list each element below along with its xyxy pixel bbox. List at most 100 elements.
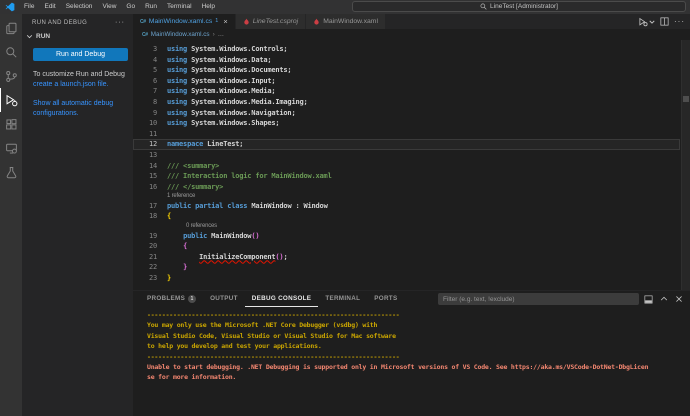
breadcrumb-file[interactable]: MainWindow.xaml.cs bbox=[151, 31, 210, 38]
line-number[interactable]: 10 bbox=[133, 118, 157, 129]
console-line: Visual Studio Code, Visual Studio or Vis… bbox=[147, 331, 686, 341]
panel-tab-terminal[interactable]: TERMINAL bbox=[318, 291, 367, 307]
panel-tab-label: DEBUG CONSOLE bbox=[252, 295, 312, 302]
panel-tab-ports[interactable]: PORTS bbox=[367, 291, 404, 307]
activity-extensions-icon[interactable] bbox=[0, 112, 22, 136]
code-text: namespace LineTest; bbox=[157, 139, 243, 150]
code-line-18[interactable]: 18{ bbox=[133, 211, 680, 222]
activity-explorer-icon[interactable] bbox=[0, 16, 22, 40]
line-number[interactable]: 6 bbox=[133, 76, 157, 87]
tab-mainwindow-xaml-cs[interactable]: C#MainWindow.xaml.cs1× bbox=[133, 14, 236, 29]
line-number[interactable]: 5 bbox=[133, 65, 157, 76]
code-line-12[interactable]: 12namespace LineTest; bbox=[133, 139, 680, 150]
line-number[interactable]: 23 bbox=[133, 273, 157, 284]
menu-selection[interactable]: Selection bbox=[61, 0, 98, 14]
code-text: using System.Windows.Controls; bbox=[157, 44, 287, 55]
code-line-14[interactable]: 14/// <summary> bbox=[133, 161, 680, 172]
source-control-icon bbox=[5, 70, 18, 83]
code-line-20[interactable]: 20 { bbox=[133, 241, 680, 252]
menu-run[interactable]: Run bbox=[140, 0, 162, 14]
more-actions-icon[interactable]: ··· bbox=[115, 21, 125, 25]
line-number[interactable]: 3 bbox=[133, 44, 157, 55]
tab-label: MainWindow.xaml.cs bbox=[149, 18, 212, 25]
code-line-10[interactable]: 10using System.Windows.Shapes; bbox=[133, 118, 680, 129]
code-line-17[interactable]: 17public partial class MainWindow : Wind… bbox=[133, 201, 680, 212]
debug-console-filter-input[interactable] bbox=[438, 293, 639, 305]
line-number[interactable]: 18 bbox=[133, 211, 157, 222]
run-and-debug-button[interactable]: Run and Debug bbox=[33, 48, 128, 61]
code-line-21[interactable]: 21 InitializeComponent(); bbox=[133, 252, 680, 263]
code-line-4[interactable]: 4using System.Windows.Data; bbox=[133, 55, 680, 66]
line-number[interactable]: 13 bbox=[133, 150, 157, 161]
panel-tab-debug-console[interactable]: DEBUG CONSOLE bbox=[245, 291, 319, 307]
activity-source-control-icon[interactable] bbox=[0, 64, 22, 88]
line-number[interactable]: 16 bbox=[133, 182, 157, 193]
tab-mainwindow-xaml[interactable]: MainWindow.xaml bbox=[306, 14, 386, 29]
code-line-22[interactable]: 22 } bbox=[133, 262, 680, 273]
line-number[interactable]: 19 bbox=[133, 231, 157, 242]
code-line-7[interactable]: 7using System.Windows.Media; bbox=[133, 86, 680, 97]
panel-tab-problems[interactable]: PROBLEMS1 bbox=[140, 291, 203, 307]
code-line-13[interactable]: 13 bbox=[133, 150, 680, 161]
line-number[interactable]: 22 bbox=[133, 262, 157, 273]
command-center-search[interactable]: LineTest [Administrator] bbox=[352, 1, 686, 12]
tab-linetest-csproj[interactable]: LineTest.csproj bbox=[236, 14, 306, 29]
csharp-file-icon: C# bbox=[142, 32, 148, 38]
activity-run-and-debug-icon[interactable] bbox=[0, 88, 22, 112]
menu-file[interactable]: File bbox=[19, 0, 39, 14]
explorer-icon bbox=[5, 22, 18, 35]
line-number[interactable]: 21 bbox=[133, 252, 157, 263]
code-line-9[interactable]: 9using System.Windows.Navigation; bbox=[133, 108, 680, 119]
code-line-15[interactable]: 15/// Interaction logic for MainWindow.x… bbox=[133, 171, 680, 182]
panel-layout-icon[interactable] bbox=[644, 295, 653, 304]
editor-actions: ··· bbox=[638, 14, 685, 29]
code-text: using System.Windows.Media.Imaging; bbox=[157, 97, 308, 108]
run-section-header[interactable]: RUN bbox=[22, 29, 133, 42]
line-number[interactable]: 14 bbox=[133, 161, 157, 172]
code-line-11[interactable]: 11 bbox=[133, 129, 680, 140]
codelens[interactable]: 0 references bbox=[133, 222, 680, 231]
flame-file-icon bbox=[313, 18, 320, 25]
panel-tab-output[interactable]: OUTPUT bbox=[203, 291, 245, 307]
menu-go[interactable]: Go bbox=[121, 0, 140, 14]
codelens[interactable]: 1 reference bbox=[133, 192, 680, 201]
code-area[interactable]: 3using System.Windows.Controls;4using Sy… bbox=[133, 40, 680, 290]
split-editor-icon[interactable] bbox=[660, 17, 669, 26]
line-number[interactable]: 9 bbox=[133, 108, 157, 119]
activity-testing-icon[interactable] bbox=[0, 160, 22, 184]
editor-scrollbar[interactable] bbox=[681, 40, 690, 290]
code-line-8[interactable]: 8using System.Windows.Media.Imaging; bbox=[133, 97, 680, 108]
activity-search-icon[interactable] bbox=[0, 40, 22, 64]
line-number[interactable]: 15 bbox=[133, 171, 157, 182]
line-number[interactable]: 17 bbox=[133, 201, 157, 212]
menu-view[interactable]: View bbox=[97, 0, 121, 14]
code-text: } bbox=[157, 262, 187, 273]
activity-remote-explorer-icon[interactable] bbox=[0, 136, 22, 160]
code-line-6[interactable]: 6using System.Windows.Input; bbox=[133, 76, 680, 87]
line-number[interactable]: 20 bbox=[133, 241, 157, 252]
line-number[interactable]: 8 bbox=[133, 97, 157, 108]
menu-help[interactable]: Help bbox=[197, 0, 220, 14]
code-text: public partial class MainWindow : Window bbox=[157, 201, 328, 212]
code-line-16[interactable]: 16/// </summary> bbox=[133, 182, 680, 193]
code-line-19[interactable]: 19 public MainWindow() bbox=[133, 231, 680, 242]
line-number[interactable]: 12 bbox=[133, 139, 157, 150]
close-icon[interactable] bbox=[675, 295, 683, 303]
line-number[interactable]: 4 bbox=[133, 55, 157, 66]
close-icon[interactable]: × bbox=[223, 19, 227, 25]
more-actions-icon[interactable]: ··· bbox=[674, 20, 685, 24]
code-line-23[interactable]: 23} bbox=[133, 273, 680, 284]
menu-terminal[interactable]: Terminal bbox=[162, 0, 197, 14]
code-line-5[interactable]: 5using System.Windows.Documents; bbox=[133, 65, 680, 76]
chevron-up-icon[interactable] bbox=[660, 295, 668, 303]
line-number[interactable]: 11 bbox=[133, 129, 157, 140]
start-debugging-button[interactable] bbox=[638, 17, 655, 27]
breadcrumb[interactable]: C# MainWindow.xaml.cs › … bbox=[133, 29, 690, 40]
show-debug-configurations-link[interactable]: Show all automatic debug configurations. bbox=[33, 100, 113, 117]
line-number[interactable]: 7 bbox=[133, 86, 157, 97]
breadcrumb-symbol[interactable]: … bbox=[218, 31, 224, 38]
scrollbar-thumb[interactable] bbox=[683, 96, 689, 102]
menu-edit[interactable]: Edit bbox=[39, 0, 60, 14]
create-launch-json-link[interactable]: create a launch.json file. bbox=[33, 81, 109, 88]
code-line-3[interactable]: 3using System.Windows.Controls; bbox=[133, 44, 680, 55]
